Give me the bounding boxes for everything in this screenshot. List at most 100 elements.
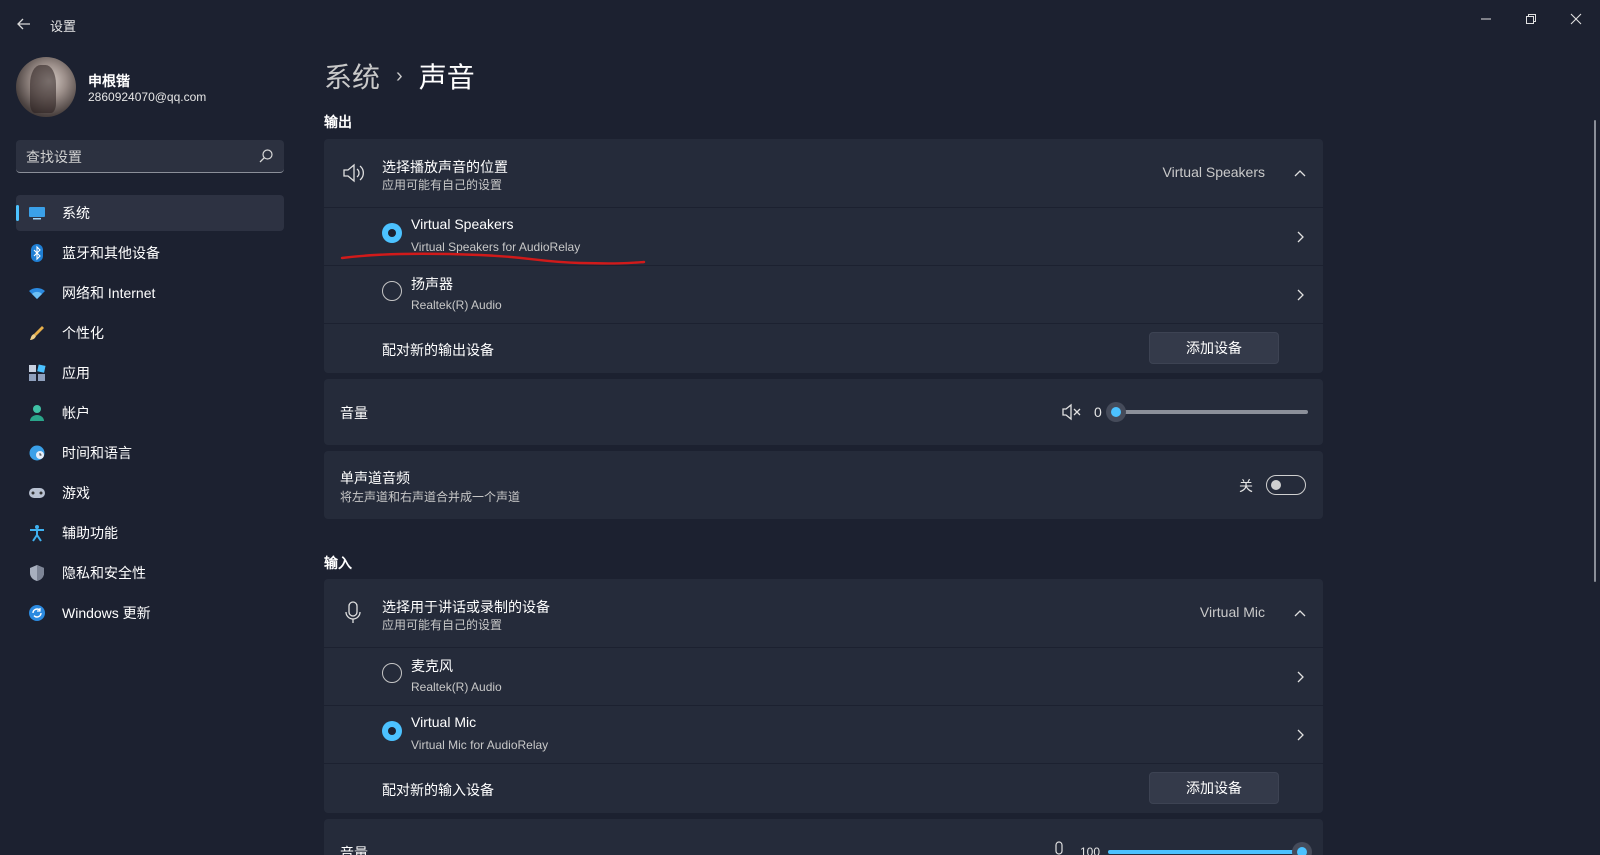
input-section-title: 输入	[324, 555, 352, 571]
device-description: Virtual Mic for AudioRelay	[411, 738, 549, 752]
breadcrumb-parent[interactable]: 系统	[324, 56, 380, 96]
mono-audio-subtitle: 将左声道和右声道合并成一个声道	[340, 490, 521, 504]
sidebar-item-label: 隐私和安全性	[62, 565, 146, 581]
sidebar-item-apps[interactable]: 应用	[16, 355, 284, 391]
system-icon	[28, 204, 46, 222]
sidebar-item-label: 个性化	[62, 325, 104, 341]
mono-audio-title: 单声道音频	[340, 470, 410, 486]
scrollbar[interactable]	[1594, 120, 1596, 582]
radio-unselected[interactable]	[382, 663, 402, 683]
sidebar-item-label: Windows 更新	[62, 605, 151, 621]
radio-unselected[interactable]	[382, 281, 402, 301]
sidebar-item-bluetooth[interactable]: 蓝牙和其他设备	[16, 235, 284, 271]
sidebar-item-privacy[interactable]: 隐私和安全性	[16, 555, 284, 591]
chevron-right-icon[interactable]	[1293, 288, 1307, 302]
globe-clock-icon	[28, 444, 46, 462]
annotation-underline	[340, 252, 646, 265]
add-output-device-button[interactable]: 添加设备	[1149, 332, 1279, 364]
output-pair-row: 配对新的输出设备 添加设备	[324, 323, 1323, 373]
chevron-up-icon[interactable]	[1293, 606, 1307, 620]
sidebar-item-personalization[interactable]: 个性化	[16, 315, 284, 351]
window-title: 设置	[50, 19, 77, 34]
shield-icon	[28, 564, 46, 582]
input-pair-label: 配对新的输入设备	[382, 782, 494, 798]
microphone-icon	[344, 601, 362, 630]
chevron-right-icon[interactable]	[1293, 230, 1307, 244]
input-select-subtitle: 应用可能有自己的设置	[382, 618, 503, 632]
input-device-row-microphone[interactable]: 麦克风 Realtek(R) Audio	[324, 647, 1323, 705]
chevron-right-icon[interactable]	[1293, 670, 1307, 684]
input-select-row[interactable]: 选择用于讲话或录制的设备 应用可能有自己的设置 Virtual Mic	[324, 579, 1323, 647]
wifi-icon	[28, 284, 46, 302]
output-volume-thumb[interactable]	[1106, 402, 1126, 422]
avatar[interactable]	[16, 57, 76, 117]
sidebar-item-windows-update[interactable]: Windows 更新	[16, 595, 284, 631]
microphone-icon[interactable]	[1052, 841, 1066, 855]
output-selected-value: Virtual Speakers	[1162, 164, 1265, 180]
sidebar-item-label: 蓝牙和其他设备	[62, 245, 160, 261]
input-select-title: 选择用于讲话或录制的设备	[382, 599, 550, 615]
restore-icon[interactable]	[1509, 4, 1553, 34]
search-input[interactable]	[26, 147, 246, 167]
output-volume-label: 音量	[340, 405, 368, 421]
sidebar-item-network[interactable]: 网络和 Internet	[16, 275, 284, 311]
device-name: 麦克风	[411, 658, 453, 674]
sidebar-item-label: 网络和 Internet	[62, 285, 156, 301]
back-arrow-icon[interactable]	[14, 14, 34, 34]
output-volume-slider[interactable]	[1116, 410, 1308, 414]
sidebar-item-time-language[interactable]: 时间和语言	[16, 435, 284, 471]
output-pair-label: 配对新的输出设备	[382, 342, 494, 358]
radio-selected[interactable]	[382, 223, 402, 243]
page-title: 声音	[418, 62, 475, 93]
chevron-up-icon[interactable]	[1293, 166, 1307, 180]
output-section-title: 输出	[324, 114, 352, 130]
speaker-icon	[342, 162, 366, 189]
sidebar-item-label: 帐户	[62, 405, 90, 421]
output-volume-value: 0	[1094, 404, 1102, 420]
sidebar-item-label: 系统	[62, 205, 90, 221]
bluetooth-icon	[28, 244, 46, 262]
input-volume-value: 100	[1080, 845, 1101, 855]
sidebar-item-label: 游戏	[62, 485, 90, 501]
brush-icon	[28, 324, 46, 342]
sidebar-item-label: 辅助功能	[62, 525, 118, 541]
minimize-icon[interactable]	[1464, 4, 1508, 34]
device-description: Realtek(R) Audio	[411, 298, 502, 312]
accessibility-icon	[28, 524, 46, 542]
sidebar-item-label: 时间和语言	[62, 445, 132, 461]
update-icon	[28, 604, 46, 622]
breadcrumb-separator: ›	[396, 64, 403, 87]
input-selected-value: Virtual Mic	[1199, 604, 1265, 620]
output-device-row-speakers[interactable]: 扬声器 Realtek(R) Audio	[324, 265, 1323, 323]
title-bar: 设置	[0, 0, 1600, 46]
sidebar-item-accessibility[interactable]: 辅助功能	[16, 515, 284, 551]
sidebar-item-system[interactable]: 系统	[16, 195, 284, 231]
output-select-title: 选择播放声音的位置	[382, 159, 508, 175]
input-device-card: 选择用于讲话或录制的设备 应用可能有自己的设置 Virtual Mic 麦克风 …	[324, 579, 1323, 813]
input-volume-card: 音量 100	[324, 819, 1323, 855]
add-input-device-button[interactable]: 添加设备	[1149, 772, 1279, 804]
output-volume-card: 音量 0	[324, 379, 1323, 445]
device-name: Virtual Mic	[411, 714, 477, 730]
muted-speaker-icon[interactable]	[1061, 402, 1083, 427]
radio-selected[interactable]	[382, 721, 402, 741]
mono-audio-toggle[interactable]	[1266, 475, 1306, 495]
account-icon	[28, 404, 46, 422]
search-icon[interactable]	[258, 148, 274, 164]
close-icon[interactable]	[1554, 4, 1598, 34]
sidebar-item-gaming[interactable]: 游戏	[16, 475, 284, 511]
chevron-right-icon[interactable]	[1293, 728, 1307, 742]
input-volume-label: 音量	[340, 845, 368, 855]
input-volume-thumb[interactable]	[1292, 842, 1312, 855]
apps-icon	[28, 364, 46, 382]
output-select-row[interactable]: 选择播放声音的位置 应用可能有自己的设置 Virtual Speakers	[324, 139, 1323, 207]
search-box[interactable]	[16, 140, 284, 173]
sidebar-item-accounts[interactable]: 帐户	[16, 395, 284, 431]
input-device-row-virtual-mic[interactable]: Virtual Mic Virtual Mic for AudioRelay	[324, 705, 1323, 763]
device-description: Realtek(R) Audio	[411, 680, 502, 694]
user-email: 2860924070@qq.com	[88, 90, 207, 104]
input-pair-row: 配对新的输入设备 添加设备	[324, 763, 1323, 813]
sidebar-nav: 系统 蓝牙和其他设备 网络和 Internet 个性化 应用 帐户 时间和语言 …	[16, 195, 284, 635]
input-volume-slider[interactable]	[1108, 850, 1300, 854]
device-name: Virtual Speakers	[411, 216, 514, 232]
